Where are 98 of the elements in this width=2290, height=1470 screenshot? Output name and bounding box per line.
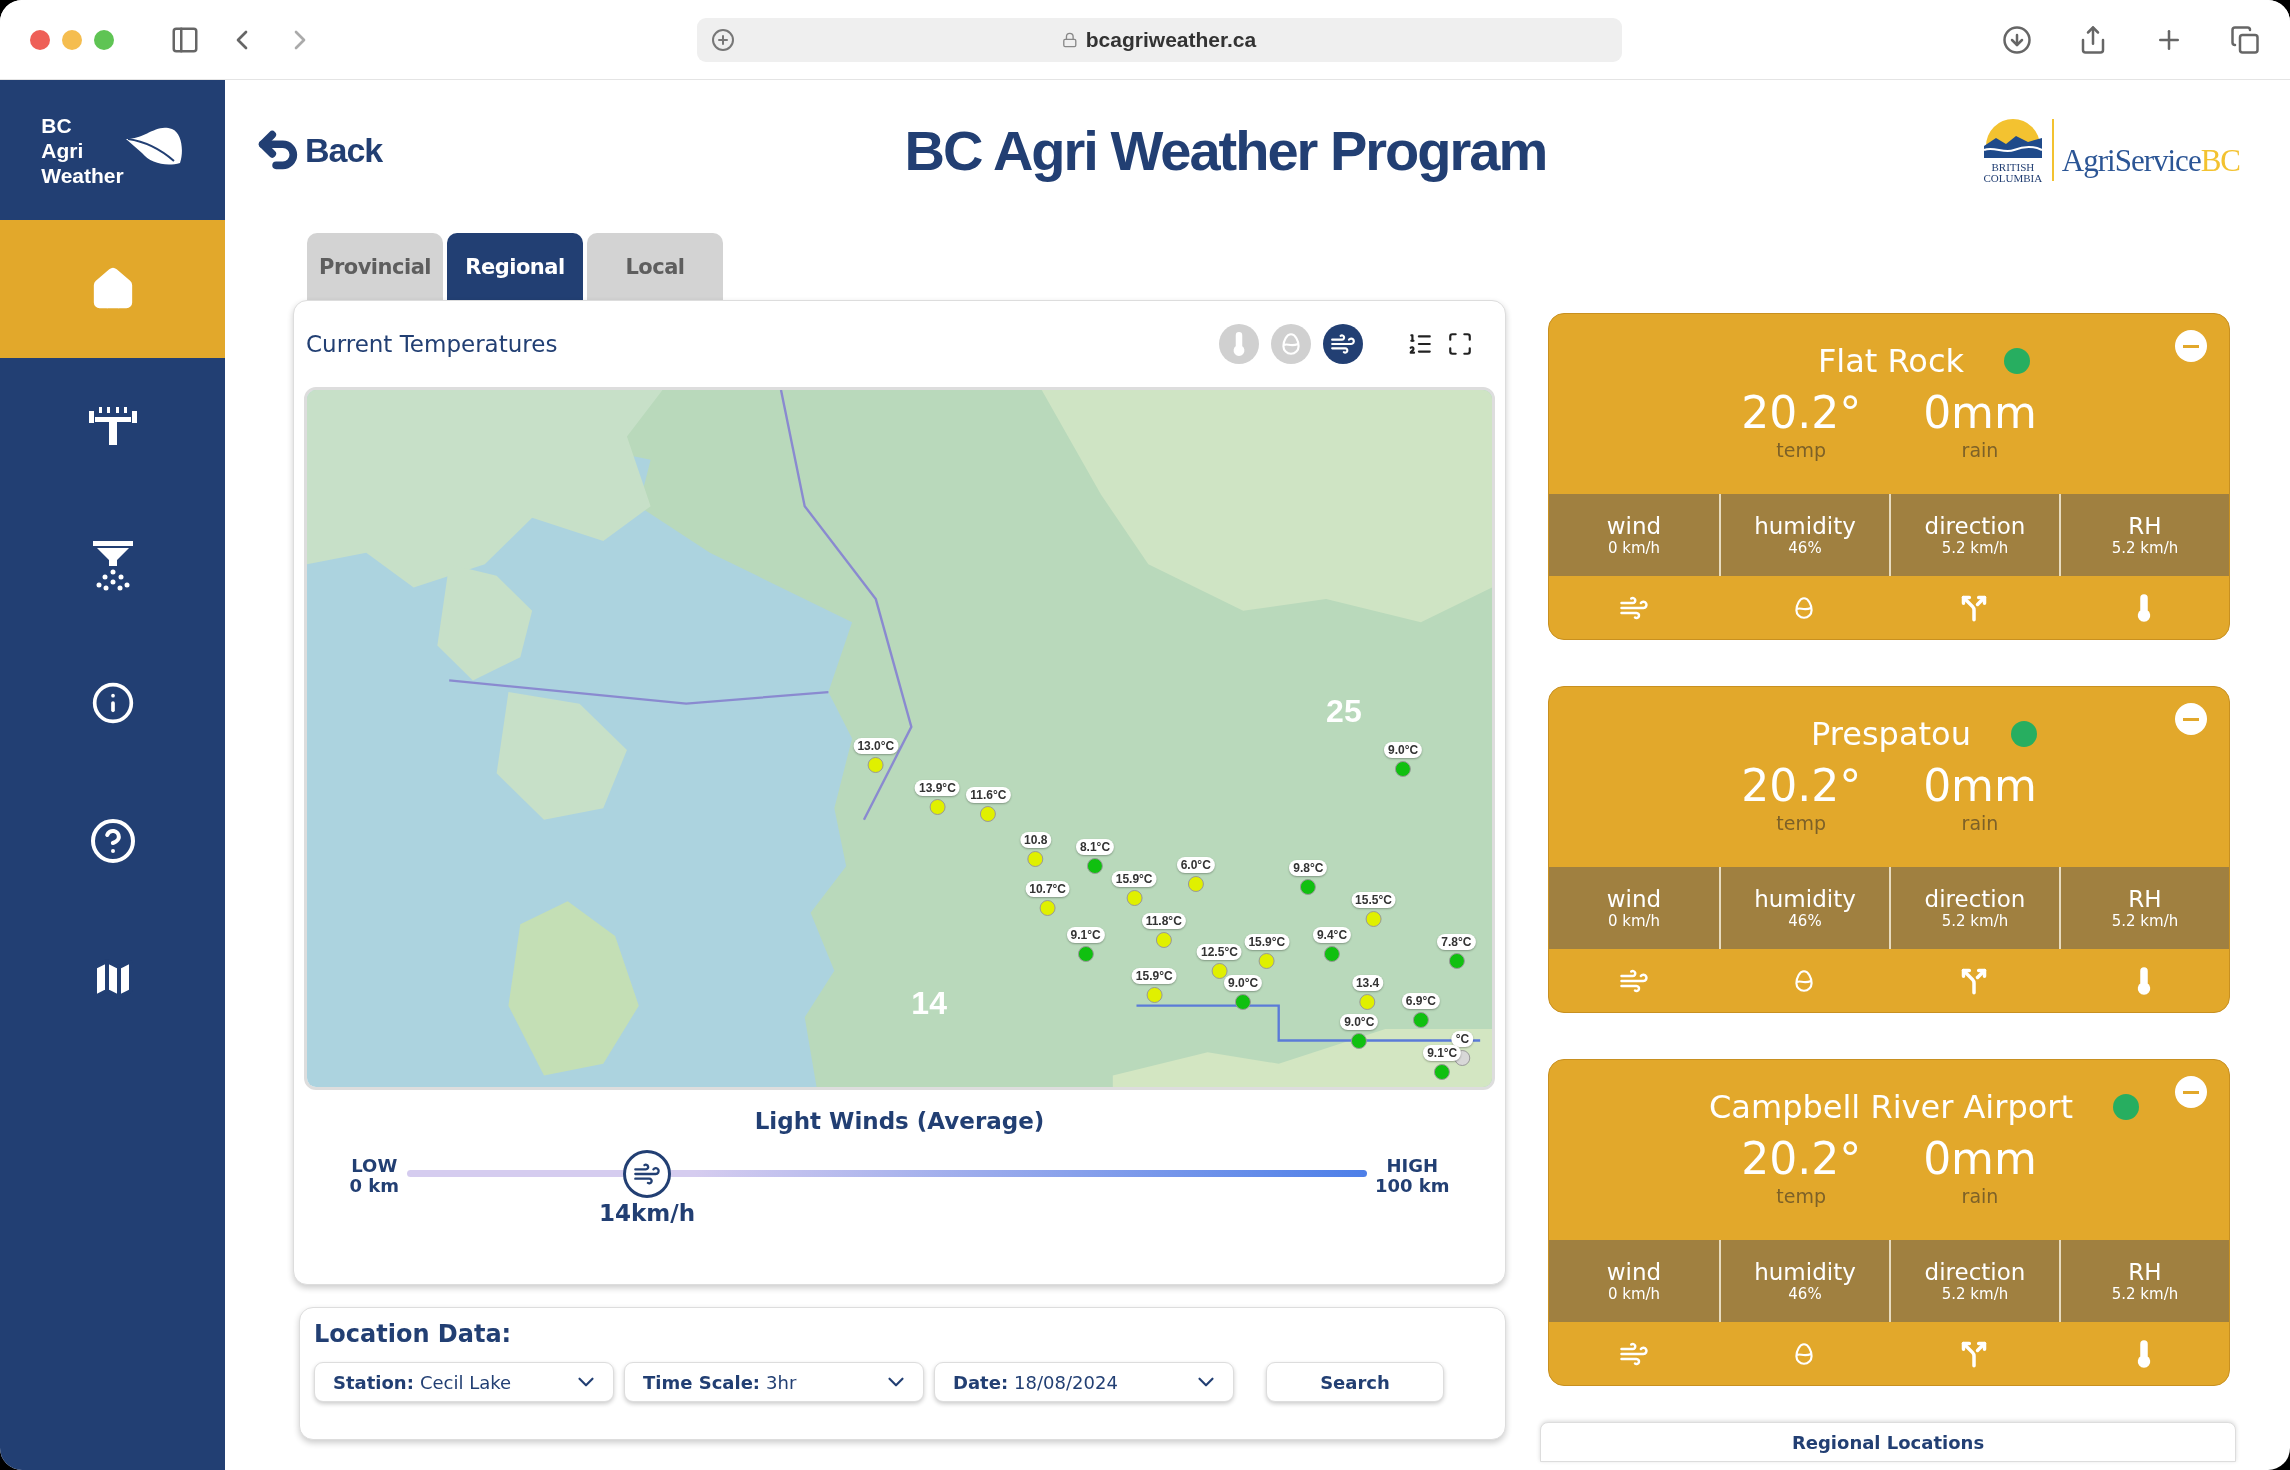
temperature-value: 20.2° xyxy=(1741,386,1862,440)
add-icon[interactable] xyxy=(710,27,735,52)
back-button[interactable]: Back xyxy=(255,127,383,173)
split-arrows-icon xyxy=(1960,966,1988,995)
stat-label: wind xyxy=(1606,886,1662,912)
download-icon[interactable] xyxy=(2002,24,2032,55)
temperature-label: 9.0°C xyxy=(1224,975,1263,992)
split-arrows-icon xyxy=(1960,1339,1988,1368)
minus-icon xyxy=(2183,344,2199,348)
stat-value: 5.2 km/h xyxy=(1941,539,2009,557)
spray-icon xyxy=(90,539,135,591)
station-name: Flat Rock xyxy=(1817,342,1965,380)
temperature-label: 8.1°C xyxy=(1075,839,1115,856)
stat-label: direction xyxy=(1924,886,2026,912)
collapse-button[interactable] xyxy=(2175,703,2207,735)
stat-value: 0 km/h xyxy=(1607,1285,1661,1303)
address-field[interactable]: bcagriweather.ca xyxy=(696,17,1622,62)
rain-value: 0mm xyxy=(1923,386,2037,440)
section-title: Location Data: xyxy=(314,1320,513,1348)
minus-icon xyxy=(2183,717,2199,721)
temperature-label: °C xyxy=(1451,1031,1474,1048)
close-dot[interactable] xyxy=(30,29,50,50)
slider-reading: 14km/h xyxy=(599,1200,695,1226)
temperature-label: 15.9°C xyxy=(1131,968,1177,985)
stat-value: 5.2 km/h xyxy=(1941,1285,2009,1303)
temperature-label: 13.4 xyxy=(1351,975,1384,992)
page-title: BC Agri Weather Program xyxy=(904,117,1547,183)
rain-value: 0mm xyxy=(1923,759,2037,813)
layer-button[interactable] xyxy=(1323,324,1363,364)
stat-value: 46% xyxy=(1788,539,1822,557)
stat-label: humidity xyxy=(1754,1259,1856,1285)
temperature-label: 9.8°C xyxy=(1289,860,1328,877)
dropdown[interactable]: Station: Cecil Lake xyxy=(314,1362,614,1402)
value-caption: temp xyxy=(1776,1186,1826,1206)
value-caption: rain xyxy=(1961,813,1999,833)
help-icon xyxy=(88,817,137,865)
dropdown[interactable]: Time Scale: 3hr xyxy=(624,1362,924,1402)
stat-value: 0 km/h xyxy=(1607,539,1661,557)
lock-icon xyxy=(1061,31,1078,48)
value-caption: rain xyxy=(1961,440,1999,460)
minimize-dot[interactable] xyxy=(62,29,82,50)
stat-label: wind xyxy=(1606,1259,1662,1285)
temperature-label: 13.0°C xyxy=(853,738,899,755)
partner-name: AgriServiceBC xyxy=(2061,143,2240,179)
wind-icon xyxy=(1330,331,1356,357)
value-caption: temp xyxy=(1776,813,1826,833)
tab[interactable]: Provincial xyxy=(307,233,443,300)
temperature-value: 20.2° xyxy=(1741,759,1862,813)
split-arrows-icon xyxy=(1960,593,1988,622)
regional-locations-button[interactable]: Regional Locations xyxy=(1540,1422,2236,1462)
high-label: HIGH 100 km xyxy=(1374,1156,1450,1196)
dropdown[interactable]: Date: 18/08/2024 xyxy=(934,1362,1234,1402)
search-button[interactable]: Search xyxy=(1266,1362,1444,1402)
stat-label: humidity xyxy=(1754,513,1856,539)
stat-value: 5.2 km/h xyxy=(2111,912,2179,930)
stat-label: RH xyxy=(2128,513,2162,539)
stat-label: direction xyxy=(1924,1259,2026,1285)
info-icon xyxy=(90,681,135,725)
collapse-button[interactable] xyxy=(2175,1076,2207,1108)
stat-value: 5.2 km/h xyxy=(1941,912,2009,930)
value-caption: rain xyxy=(1961,1186,1999,1206)
rain-value: 0mm xyxy=(1923,1132,2037,1186)
url-text: bcagriweather.ca xyxy=(1085,27,1257,52)
list-icon[interactable] xyxy=(1407,331,1433,357)
slider-thumb[interactable] xyxy=(623,1150,671,1198)
legend-title: Light Winds (Average) xyxy=(754,1108,1045,1134)
stat-label: direction xyxy=(1924,513,2026,539)
tabs-icon[interactable] xyxy=(2230,24,2260,55)
value-caption: temp xyxy=(1776,440,1826,460)
stat-value: 5.2 km/h xyxy=(2111,1285,2179,1303)
stat-label: wind xyxy=(1606,513,1662,539)
station-name: Campbell River Airport xyxy=(1709,1088,2073,1126)
minus-icon xyxy=(2183,1090,2199,1094)
stat-value: 5.2 km/h xyxy=(2111,539,2179,557)
stat-value: 0 km/h xyxy=(1607,912,1661,930)
station-name: Prespatou xyxy=(1811,715,1971,753)
temperature-label: 9.1°C xyxy=(1423,1045,1462,1061)
temperature-label: 13.9°C xyxy=(915,780,960,797)
panel-title: Current Temperatures xyxy=(306,331,558,357)
zoom-dot[interactable] xyxy=(94,29,114,50)
province-text: BRITISH xyxy=(1991,162,2035,173)
tab[interactable]: Regional xyxy=(447,233,583,300)
temperature-value: 20.2° xyxy=(1741,1132,1862,1186)
temperature-label: 10.7°C xyxy=(1025,881,1071,898)
logo: BC Agri Weather xyxy=(0,80,225,220)
stat-label: humidity xyxy=(1754,886,1856,912)
fullscreen-icon[interactable] xyxy=(1447,331,1473,357)
collapse-button[interactable] xyxy=(2175,330,2207,362)
tab[interactable]: Local xyxy=(587,233,723,300)
stat-value: 46% xyxy=(1788,1285,1822,1303)
stat-label: RH xyxy=(2128,1259,2162,1285)
stat-value: 46% xyxy=(1788,912,1822,930)
nav-item[interactable] xyxy=(0,220,225,358)
stat-label: RH xyxy=(2128,886,2162,912)
temperature-label: 10.8 xyxy=(1020,832,1052,849)
low-label: LOW 0 km xyxy=(349,1156,400,1196)
temperature-label: 11.6°C xyxy=(966,787,1011,804)
province-text: COLUMBIA xyxy=(1983,173,2043,184)
